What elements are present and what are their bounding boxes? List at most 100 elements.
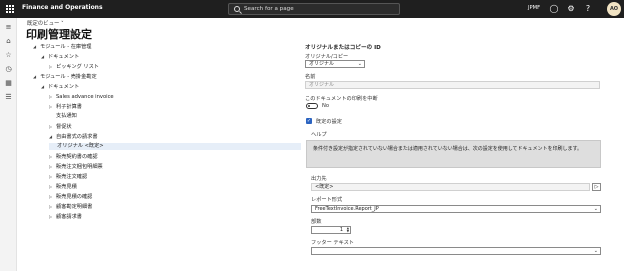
copies-value: 1 <box>339 227 343 233</box>
expand-triangle-icon[interactable]: ◢ <box>33 43 40 50</box>
tree-node-label: 販売見積の確認 <box>56 194 93 200</box>
expand-triangle-icon[interactable]: ◢ <box>41 53 48 60</box>
search-icon <box>234 6 240 12</box>
help-text-box: 条件付き設定が指定されていない場合または適用されていない場合は、次の設定を使用し… <box>306 140 601 168</box>
search-placeholder: Search for a page <box>244 6 294 12</box>
tree-node-label: 販売見積 <box>56 184 77 190</box>
report-format-select[interactable]: FreeTextInvoice.Report_JP ⌄ <box>311 205 601 213</box>
tree-node-label: 督促状 <box>56 124 72 130</box>
tree-node[interactable]: ◢ ドキュメント <box>41 83 79 90</box>
list-icon[interactable]: ☰ <box>4 93 13 102</box>
collapse-triangle-icon[interactable]: ▷ <box>49 93 56 100</box>
search-input[interactable]: Search for a page <box>228 3 400 15</box>
name-value: オリジナル <box>309 82 335 88</box>
default-settings-label: 既定の設定 <box>316 119 342 125</box>
avatar[interactable]: AO <box>607 2 621 16</box>
tree-node-label: 販売注文梱包明細票 <box>56 164 103 170</box>
footer-text-label: フッター テキスト <box>311 240 354 246</box>
stepper-arrows-icon[interactable]: ▲ ▼ <box>347 227 349 233</box>
app-name[interactable]: Finance and Operations <box>22 4 103 11</box>
tree-node[interactable]: 支払通知 <box>49 113 77 120</box>
tree-node-label: モジュール - 売掛金勘定 <box>40 74 97 80</box>
tree-node-label: 販売契約書の確認 <box>56 154 98 160</box>
name-label: 名前 <box>305 74 316 80</box>
tree-node-label: ドキュメント <box>48 84 80 90</box>
tree-node[interactable]: ▷ 顧客勘定明細書 <box>49 203 92 210</box>
tree-node-selected[interactable]: オリジナル <既定> <box>49 143 301 150</box>
tree-node[interactable]: ▷ Sales advance invoice <box>49 93 114 100</box>
tree-node-label: 顧客請求書 <box>56 214 82 220</box>
tree-node-label: オリジナル <既定> <box>57 143 104 149</box>
copies-label: 部数 <box>311 219 322 225</box>
tree-node[interactable]: ▷ 販売契約書の確認 <box>49 153 98 160</box>
copies-stepper[interactable]: 1 ▲ ▼ <box>311 226 351 234</box>
collapse-triangle-icon[interactable]: ▷ <box>49 213 56 220</box>
suspend-print-label: このドキュメントの印刷を中断 <box>305 96 378 102</box>
chevron-down-icon: ⌄ <box>593 206 598 212</box>
report-format-label: レポート形式 <box>311 197 343 203</box>
tree-node[interactable]: ◢ モジュール - 在庫管理 <box>33 43 92 50</box>
destination-label: 出力先 <box>311 176 327 182</box>
home-icon[interactable]: ⌂ <box>4 37 13 46</box>
collapse-triangle-icon[interactable]: ▷ <box>49 193 56 200</box>
report-format-value: FreeTextInvoice.Report_JP <box>315 206 379 212</box>
tree-node[interactable]: ▷ 顧客請求書 <box>49 213 82 220</box>
name-field: オリジナル <box>305 81 600 89</box>
star-icon[interactable]: ☆ <box>4 51 13 60</box>
bell-icon[interactable]: ◯ <box>549 4 559 14</box>
collapse-triangle-icon[interactable]: ▷ <box>49 183 56 190</box>
original-copy-select[interactable]: オリジナル ⌄ <box>305 60 365 68</box>
tree-node-label: 利子計算書 <box>56 104 82 110</box>
expand-triangle-icon[interactable]: ◢ <box>41 83 48 90</box>
expand-triangle-icon[interactable]: ◢ <box>33 73 40 80</box>
tree-node-label: 顧客勘定明細書 <box>56 204 93 210</box>
tree-node[interactable]: ▷ 販売見積の確認 <box>49 193 92 200</box>
help-label: ヘルプ <box>311 132 327 138</box>
collapse-triangle-icon[interactable]: ▷ <box>49 173 56 180</box>
top-nav-bar: Finance and Operations Search for a page… <box>0 0 624 18</box>
left-nav-rail: ≡ ⌂ ☆ ◷ ▦ ☰ <box>0 18 17 271</box>
collapse-triangle-icon[interactable]: ▷ <box>49 123 56 130</box>
gear-icon[interactable]: ⚙ <box>566 4 576 14</box>
collapse-triangle-icon[interactable]: ▷ <box>49 163 56 170</box>
tree-node-label: ドキュメント <box>48 54 80 60</box>
tree-node-label: 支払通知 <box>56 113 77 119</box>
help-text: 条件付き設定が指定されていない場合または適用されていない場合は、次の設定を使用し… <box>313 146 583 152</box>
tree-node[interactable]: ▷ 督促状 <box>49 123 72 130</box>
original-copy-value: オリジナル <box>309 61 335 67</box>
tree-node[interactable]: ▷ 販売注文確認 <box>49 173 87 180</box>
tree-node[interactable]: ▷ 販売見積 <box>49 183 77 190</box>
tree-node[interactable]: ▷ ピッキング リスト <box>49 63 99 70</box>
tree-node[interactable]: ▷ 利子計算書 <box>49 103 82 110</box>
page-title: 印刷管理設定 <box>26 28 92 41</box>
tree-node[interactable]: ◢ 自由書式の請求書 <box>49 133 98 140</box>
collapse-triangle-icon[interactable]: ▷ <box>49 63 56 70</box>
hamburger-icon[interactable]: ≡ <box>4 23 13 32</box>
tree-node-label: ピッキング リスト <box>56 64 99 70</box>
company-selector[interactable]: JPMF <box>528 5 540 11</box>
tree-node[interactable]: ◢ ドキュメント <box>41 53 79 60</box>
destination-edit-button[interactable]: ▷ <box>592 183 601 191</box>
footer-text-select[interactable]: ⌄ <box>311 247 601 255</box>
expand-triangle-icon[interactable]: ◢ <box>49 133 56 140</box>
destination-field: <既定> <box>311 183 590 191</box>
chevron-down-icon: ⌄ <box>593 248 598 254</box>
clock-icon[interactable]: ◷ <box>4 65 13 74</box>
app-launcher-icon[interactable] <box>6 5 14 13</box>
tree-node[interactable]: ▷ 販売注文梱包明細票 <box>49 163 103 170</box>
collapse-triangle-icon[interactable]: ▷ <box>49 203 56 210</box>
tree-node[interactable]: ◢ モジュール - 売掛金勘定 <box>33 73 97 80</box>
collapse-triangle-icon[interactable]: ▷ <box>49 153 56 160</box>
default-settings-checkbox[interactable]: ✓ <box>306 118 312 124</box>
chevron-down-icon: ⌄ <box>357 61 362 67</box>
tree-node-label: 自由書式の請求書 <box>56 134 98 140</box>
collapse-triangle-icon[interactable]: ▷ <box>49 103 56 110</box>
suspend-print-toggle[interactable] <box>306 103 318 109</box>
workspace-icon[interactable]: ▦ <box>4 79 13 88</box>
suspend-print-value: No <box>322 103 330 109</box>
tree-node-label: Sales advance invoice <box>56 94 114 100</box>
section-title: オリジナルまたはコピーの ID <box>305 45 381 51</box>
tree-node-label: モジュール - 在庫管理 <box>40 44 92 50</box>
destination-value: <既定> <box>315 184 334 190</box>
help-icon[interactable]: ? <box>583 4 593 14</box>
